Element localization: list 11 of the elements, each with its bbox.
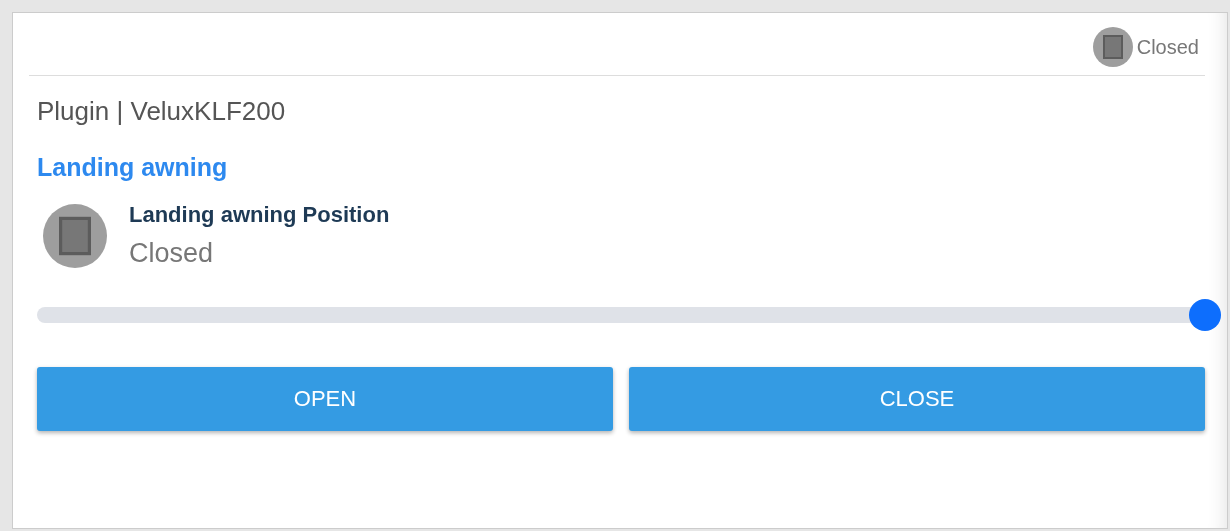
window-icon bbox=[43, 203, 107, 268]
window-icon bbox=[1092, 27, 1133, 67]
status-text: Closed bbox=[1136, 35, 1199, 59]
item-name: Landing awning Position bbox=[129, 202, 390, 228]
slider-thumb[interactable] bbox=[1189, 299, 1221, 331]
action-button[interactable]: OPEN bbox=[37, 367, 613, 431]
position-slider[interactable] bbox=[37, 299, 1221, 331]
action-button[interactable]: CLOSE bbox=[629, 367, 1205, 431]
plugin-title: Plugin | VeluxKLF200 bbox=[37, 96, 287, 127]
group-title: Landing awning bbox=[37, 153, 229, 182]
item-value: Closed bbox=[129, 238, 215, 269]
